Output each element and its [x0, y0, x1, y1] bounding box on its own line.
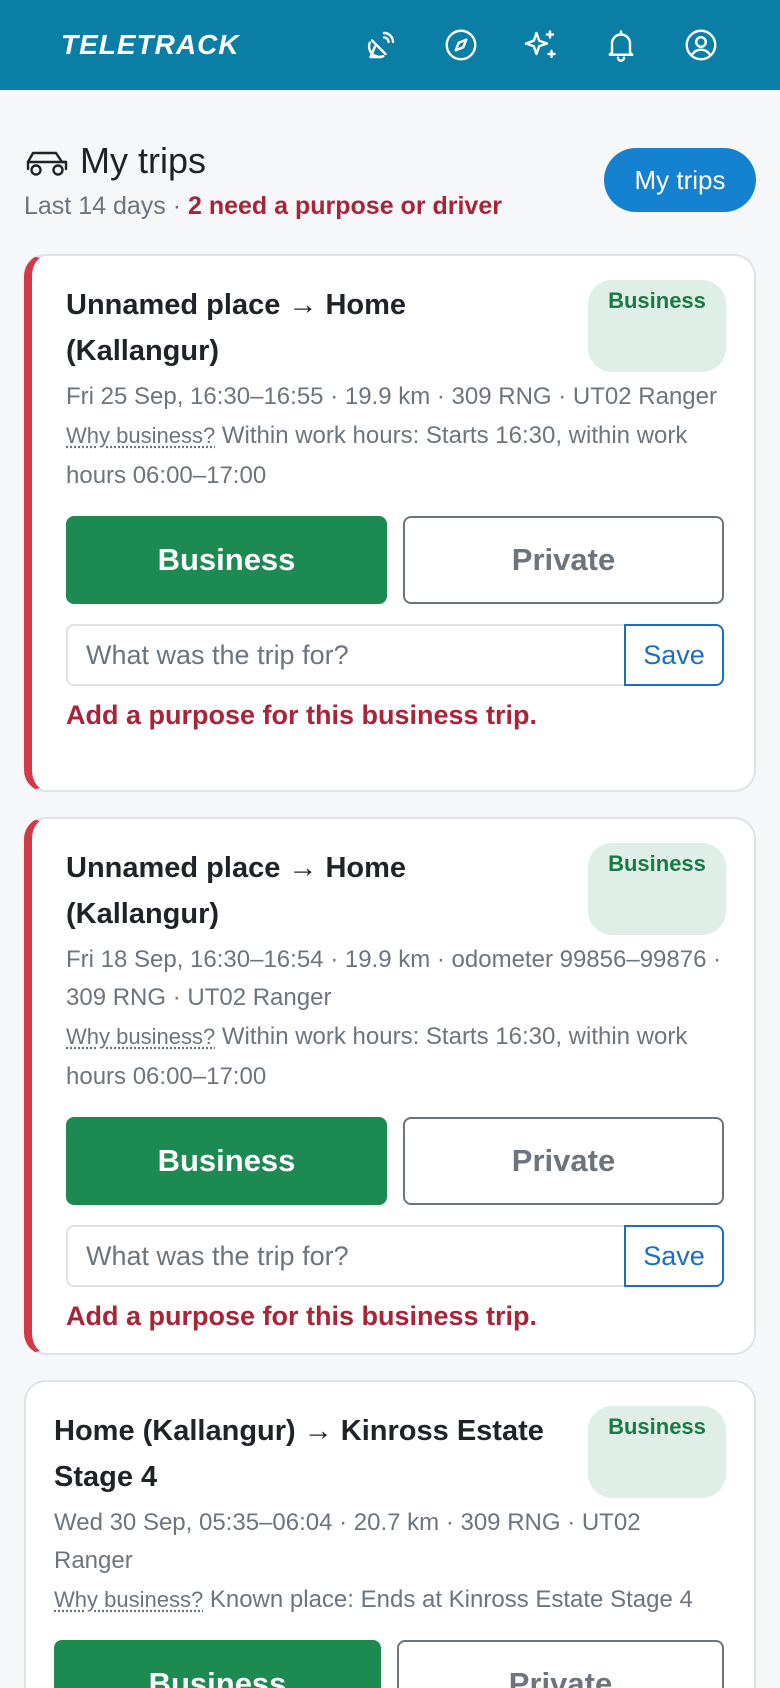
- top-nav-bar: TELETRACK: [0, 0, 780, 90]
- trip-card: Unnamed place → Home (Kallangur) Busines…: [24, 254, 756, 792]
- trip-classification-reason: Why business? Known place: Ends at Kinro…: [54, 1580, 724, 1620]
- trip-type-badge: Business: [588, 843, 726, 935]
- purpose-form: Save: [66, 1225, 724, 1287]
- subtitle-period: Last 14 days ·: [24, 192, 188, 220]
- sparkles-icon[interactable]: [523, 27, 559, 63]
- save-button[interactable]: Save: [624, 1225, 724, 1287]
- nav-icon-group: [363, 27, 719, 63]
- trip-type-toggle: Business Private: [54, 1640, 724, 1688]
- business-button[interactable]: Business: [66, 1117, 387, 1205]
- trip-details: Fri 25 Sep, 16:30–16:55 · 19.9 km · 309 …: [66, 383, 717, 410]
- trip-type-toggle: Business Private: [66, 516, 724, 604]
- trip-classification-reason: Why business? Within work hours: Starts …: [66, 416, 724, 496]
- trip-route: Home (Kallangur) → Kinross Estate Stage …: [54, 1415, 544, 1493]
- trip-details: Wed 30 Sep, 05:35–06:04 · 20.7 km · 309 …: [54, 1509, 641, 1574]
- car-icon: [24, 143, 70, 179]
- bell-icon[interactable]: [603, 27, 639, 63]
- business-button[interactable]: Business: [54, 1640, 381, 1688]
- page-title: My trips: [80, 140, 206, 181]
- private-button[interactable]: Private: [403, 1117, 724, 1205]
- purpose-form: Save: [66, 624, 724, 686]
- trip-details: Fri 18 Sep, 16:30–16:54 · 19.9 km · odom…: [66, 946, 722, 1011]
- trip-card: Home (Kallangur) → Kinross Estate Stage …: [24, 1380, 756, 1688]
- subtitle-warning: 2 need a purpose or driver: [187, 192, 502, 220]
- user-circle-icon[interactable]: [683, 27, 719, 63]
- trip-route: Unnamed place → Home (Kallangur): [66, 289, 407, 367]
- purpose-error: Add a purpose for this business trip.: [66, 700, 538, 730]
- trip-type-badge: Business: [588, 1406, 726, 1498]
- why-business-link[interactable]: Why business?: [54, 1587, 203, 1612]
- compass-icon[interactable]: [443, 27, 479, 63]
- teletrack-logo[interactable]: TELETRACK: [61, 29, 301, 61]
- reason-text: Known place: Ends at Kinross Estate Stag…: [203, 1586, 693, 1613]
- trip-classification-reason: Why business? Within work hours: Starts …: [66, 1017, 724, 1097]
- satellite-icon[interactable]: [363, 27, 399, 63]
- private-button[interactable]: Private: [397, 1640, 724, 1688]
- why-business-link[interactable]: Why business?: [66, 1024, 215, 1049]
- trip-route: Unnamed place → Home (Kallangur): [66, 852, 407, 930]
- why-business-link[interactable]: Why business?: [66, 423, 215, 448]
- purpose-input[interactable]: [66, 624, 624, 686]
- my-trips-button[interactable]: My trips: [604, 148, 756, 212]
- purpose-input[interactable]: [66, 1225, 624, 1287]
- trip-type-toggle: Business Private: [66, 1117, 724, 1205]
- business-button[interactable]: Business: [66, 516, 387, 604]
- trip-type-badge: Business: [588, 280, 726, 372]
- trip-card: Unnamed place → Home (Kallangur) Busines…: [24, 817, 756, 1355]
- purpose-error: Add a purpose for this business trip.: [66, 1301, 538, 1331]
- private-button[interactable]: Private: [403, 516, 724, 604]
- save-button[interactable]: Save: [624, 624, 724, 686]
- page-header: My trips Last 14 days · 2 need a purpose…: [24, 140, 756, 221]
